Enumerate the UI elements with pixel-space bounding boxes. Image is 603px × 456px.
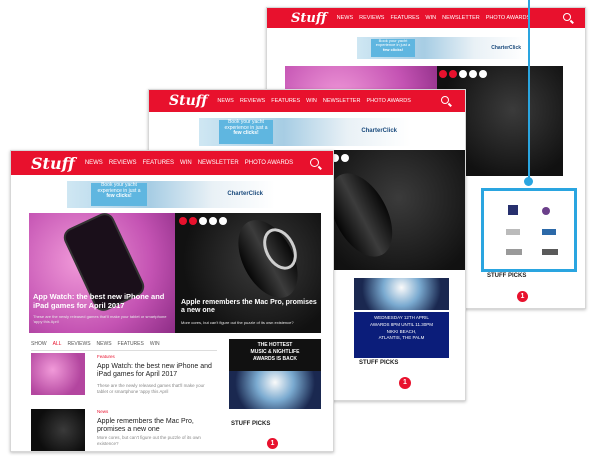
nav-reviews[interactable]: REVIEWS bbox=[240, 98, 265, 104]
nav-photo-awards[interactable]: PHOTO AWARDS bbox=[486, 15, 530, 21]
sponsor-logo bbox=[542, 207, 550, 215]
nav-news[interactable]: NEWS bbox=[217, 98, 234, 104]
nav-win[interactable]: WIN bbox=[306, 98, 317, 104]
awards-promo[interactable]: WEDNESDAY 12TH APRIL AWARDS 8PM UNTIL 11… bbox=[354, 312, 449, 358]
ad-charter-logo: CharterClick bbox=[227, 191, 263, 197]
highlight-pointer-dot bbox=[524, 177, 533, 186]
article-title[interactable]: Apple remembers the Mac Pro, promises a … bbox=[97, 418, 217, 435]
nav-features[interactable]: FEATURES bbox=[142, 160, 174, 166]
music-awards-image[interactable] bbox=[354, 278, 449, 310]
hero-left-subtitle: These are the newly released games that'… bbox=[33, 314, 167, 324]
nav-win[interactable]: WIN bbox=[425, 15, 436, 21]
ad-book-line3: few clicks! bbox=[233, 130, 259, 136]
sponsor-logo bbox=[542, 229, 556, 235]
search-icon[interactable] bbox=[310, 158, 319, 167]
search-icon[interactable] bbox=[441, 96, 449, 104]
nav-newsletter[interactable]: NEWSLETTER bbox=[323, 98, 361, 104]
ad-book-line3: few clicks! bbox=[106, 193, 132, 199]
ad-book-box: Book your yacht experience in just a few… bbox=[91, 182, 147, 206]
search-icon[interactable] bbox=[563, 13, 571, 21]
music-awards-image[interactable] bbox=[229, 371, 321, 409]
tab-show[interactable]: SHOW bbox=[31, 341, 47, 347]
tab-features[interactable]: FEATURES bbox=[118, 341, 144, 347]
hottest-line1: THE HOTTEST bbox=[257, 342, 293, 348]
promo-line2: AWARDS 8PM UNTIL 11.30PM bbox=[370, 321, 433, 327]
nav-features[interactable]: FEATURES bbox=[271, 98, 300, 104]
carousel-dots[interactable] bbox=[179, 217, 227, 225]
ad-book-box: Book your yacht experience in just a few… bbox=[371, 38, 415, 57]
tab-news[interactable]: NEWS bbox=[97, 341, 112, 347]
hero-right-subtitle: More cores, but can't figure out the puz… bbox=[181, 320, 294, 325]
promo-line4: ATLANTIS, THE PALM bbox=[378, 335, 425, 341]
sponsor-logo bbox=[506, 249, 522, 255]
article-title[interactable]: App Watch: the best new iPhone and iPad … bbox=[97, 363, 217, 380]
site-logo[interactable]: Stuff bbox=[291, 11, 327, 26]
ad-banner[interactable]: Book your yacht experience in just a few… bbox=[199, 118, 411, 146]
hero-left-title[interactable]: App Watch: the best new iPhone and iPad … bbox=[33, 292, 173, 310]
hottest-line2: MUSIC & NIGHTLIFE bbox=[250, 348, 300, 355]
ad-book-line3: few clicks! bbox=[382, 46, 404, 52]
sponsor-logo bbox=[508, 205, 518, 215]
tab-reviews[interactable]: REVIEWS bbox=[67, 341, 90, 347]
nav-reviews[interactable]: REVIEWS bbox=[359, 15, 384, 21]
hottest-line3: AWARDS IS BACK bbox=[253, 355, 297, 362]
stuff-picks-title: STUFF PICKS bbox=[231, 421, 271, 427]
nav-newsletter[interactable]: NEWSLETTER bbox=[198, 160, 239, 166]
site-header: Stuff NEWS REVIEWS FEATURES WIN NEWSLETT… bbox=[267, 8, 585, 28]
nav-news[interactable]: NEWS bbox=[85, 160, 103, 166]
stuff-picks-number[interactable]: 1 bbox=[517, 291, 528, 302]
site-header: Stuff NEWS REVIEWS FEATURES WIN NEWSLETT… bbox=[149, 90, 465, 112]
article-category[interactable]: Features bbox=[97, 354, 115, 359]
tab-win[interactable]: WIN bbox=[150, 341, 160, 347]
sponsor-logo bbox=[506, 229, 520, 235]
nav-photo-awards[interactable]: PHOTO AWARDS bbox=[245, 160, 293, 166]
nav-newsletter[interactable]: NEWSLETTER bbox=[442, 15, 480, 21]
article-thumbnail[interactable] bbox=[31, 353, 85, 395]
main-nav: NEWS REVIEWS FEATURES WIN NEWSLETTER PHO… bbox=[337, 15, 531, 21]
article-category[interactable]: News bbox=[97, 409, 108, 414]
stuff-picks-number[interactable]: 1 bbox=[399, 377, 411, 389]
main-nav: NEWS REVIEWS FEATURES WIN NEWSLETTER PHO… bbox=[217, 98, 411, 104]
ad-banner[interactable]: Book your yacht experience in just a few… bbox=[357, 37, 525, 59]
awards-sponsors-highlight bbox=[481, 188, 577, 272]
ad-banner[interactable]: Book your yacht experience in just a few… bbox=[67, 181, 275, 208]
main-nav: NEWS REVIEWS FEATURES WIN NEWSLETTER PHO… bbox=[85, 160, 293, 166]
article-thumbnail[interactable] bbox=[31, 409, 85, 451]
site-logo[interactable]: Stuff bbox=[31, 154, 75, 173]
site-header: Stuff NEWS REVIEWS FEATURES WIN NEWSLETT… bbox=[11, 151, 333, 175]
highlight-pointer-line bbox=[528, 0, 530, 180]
article-filter-tabs: SHOW ALL REVIEWS NEWS FEATURES WIN bbox=[31, 341, 217, 351]
nav-win[interactable]: WIN bbox=[180, 160, 192, 166]
ad-book-box: Book your yacht experience in just a few… bbox=[219, 119, 273, 144]
hottest-awards-banner[interactable]: THE HOTTEST MUSIC & NIGHTLIFE AWARDS IS … bbox=[229, 339, 321, 371]
hero-right-title[interactable]: Apple remembers the Mac Pro, promises a … bbox=[181, 299, 317, 315]
ad-charter-logo: CharterClick bbox=[491, 45, 521, 51]
screenshot-front: Stuff NEWS REVIEWS FEATURES WIN NEWSLETT… bbox=[10, 150, 334, 452]
nav-features[interactable]: FEATURES bbox=[390, 15, 419, 21]
carousel-dots[interactable] bbox=[439, 70, 487, 78]
sponsor-logo bbox=[542, 249, 558, 255]
promo-line3: NIKKI BEACH, bbox=[386, 328, 417, 334]
stuff-picks-title: STUFF PICKS bbox=[359, 360, 399, 366]
nav-reviews[interactable]: REVIEWS bbox=[109, 160, 137, 166]
stuff-picks-number[interactable]: 1 bbox=[267, 438, 278, 449]
article-excerpt: More cores, but can't figure out the puz… bbox=[97, 435, 201, 446]
tab-all[interactable]: ALL bbox=[53, 341, 62, 347]
promo-line1: WEDNESDAY 12TH APRIL bbox=[374, 315, 429, 320]
stuff-picks-title: STUFF PICKS bbox=[487, 273, 527, 279]
nav-photo-awards[interactable]: PHOTO AWARDS bbox=[366, 98, 410, 104]
article-excerpt: These are the newly released games that'… bbox=[97, 383, 205, 394]
site-logo[interactable]: Stuff bbox=[169, 93, 207, 109]
nav-news[interactable]: NEWS bbox=[337, 15, 354, 21]
ad-charter-logo: CharterClick bbox=[361, 128, 397, 134]
